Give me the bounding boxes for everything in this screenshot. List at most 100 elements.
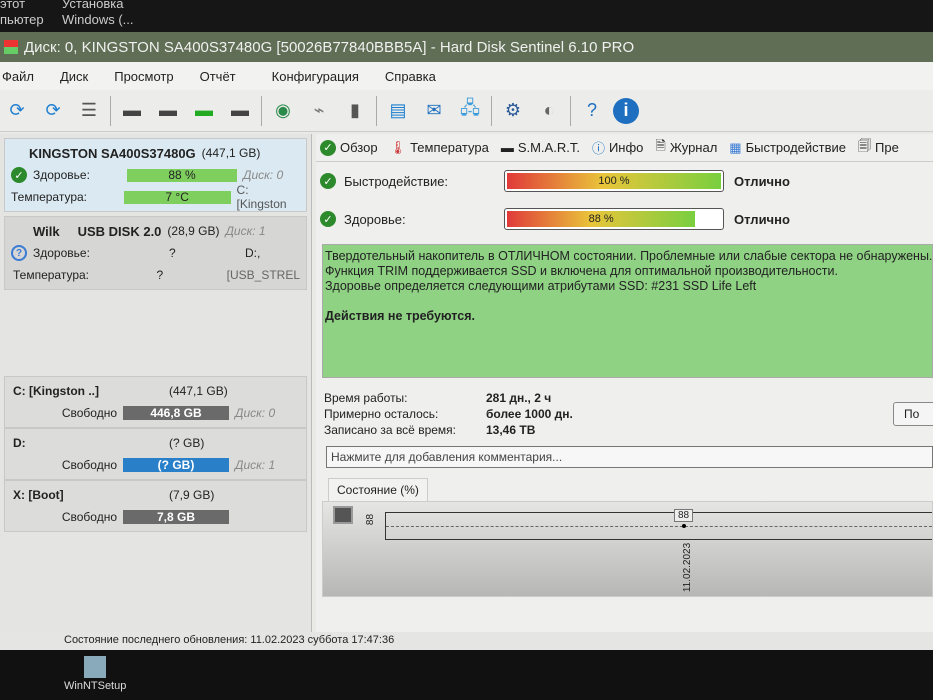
tab-smart[interactable]: ▬ S.M.A.R.T. bbox=[501, 140, 580, 155]
free-label: Свободно bbox=[61, 510, 117, 524]
menu-file[interactable]: Файл bbox=[2, 69, 34, 84]
tab-label: Пре bbox=[875, 140, 899, 155]
toolbar-separator bbox=[110, 95, 111, 126]
x-tick-label: 11.02.2023 bbox=[682, 542, 694, 593]
health-value: ? bbox=[169, 246, 176, 260]
partition-name: D: bbox=[13, 436, 26, 450]
speaker-icon[interactable]: ◐ bbox=[534, 96, 564, 126]
disk-tools-icon[interactable]: ▬ bbox=[117, 96, 147, 126]
toolbar-separator bbox=[261, 95, 262, 126]
partition-item[interactable]: D: (? GB) Свободно (? GB) Диск: 1 bbox=[4, 428, 307, 480]
chart-tab[interactable]: Состояние (%) bbox=[328, 478, 428, 501]
toolbar: ⟳ ⟳ ☰ ▬ ▬ ▬ ▬ ◉ ⌁ ▮ ▤ ✉ 🖧 ⚙ ◐ ? i bbox=[0, 90, 933, 132]
tab-label: Инфо bbox=[608, 140, 644, 155]
drive-icon[interactable]: ▮ bbox=[340, 96, 370, 126]
menu-help[interactable]: Справка bbox=[385, 69, 436, 84]
menu-view[interactable]: Просмотр bbox=[114, 69, 173, 84]
performance-bar: 100 % bbox=[504, 170, 724, 192]
refresh-warning-icon[interactable]: ⟳ bbox=[38, 96, 68, 126]
remaining-label: Примерно осталось: bbox=[324, 407, 439, 421]
health-bar: 88 % bbox=[127, 168, 237, 182]
tab-performance[interactable]: ▦ Быстродействие bbox=[729, 140, 846, 156]
desktop-icon-label[interactable]: Windows (... bbox=[62, 12, 134, 27]
temperature-bar: 7 °C bbox=[123, 190, 231, 204]
health-chart: 88 88 11.02.2023 bbox=[322, 501, 933, 597]
toolbar-separator bbox=[376, 95, 377, 126]
tab-temperature[interactable]: 🌡 Температура bbox=[390, 140, 489, 156]
tab-log[interactable]: 🗎 Журнал bbox=[655, 137, 717, 159]
info-icon: ⓘ bbox=[591, 141, 605, 156]
partition-name: X: [Boot] bbox=[13, 488, 64, 502]
desktop-icon-label[interactable]: этот bbox=[0, 0, 25, 11]
ok-check-icon: ✓ bbox=[320, 211, 336, 227]
plot-area: 88 bbox=[385, 509, 932, 540]
list-icon[interactable]: ☰ bbox=[74, 96, 104, 126]
disk-item-usb[interactable]: Wilk USB DISK 2.0 (28,9 GB) Диск: 1 ? Здоров… bbox=[4, 216, 307, 290]
free-space-bar: 7,8 GB bbox=[123, 510, 229, 524]
partition-item[interactable]: X: [Boot] (7,9 GB) Свободно 7,8 GB bbox=[4, 480, 307, 532]
data-point bbox=[682, 524, 686, 528]
status-bar: Состояние последнего обновления: 11.02.2… bbox=[0, 632, 933, 650]
refresh-icon[interactable]: ⟳ bbox=[2, 96, 32, 126]
free-label: Свободно bbox=[61, 458, 117, 472]
menu-config[interactable]: Конфигурация bbox=[272, 69, 359, 84]
health-result: Отлично bbox=[734, 211, 790, 227]
disk-size: (28,9 GB) bbox=[167, 224, 220, 238]
tab-label: Быстродействие bbox=[745, 140, 847, 155]
disk-number: Диск: 1 bbox=[235, 458, 276, 472]
health-label: Здоровье: bbox=[33, 246, 90, 260]
disk-clock-icon[interactable]: ▬ bbox=[153, 96, 183, 126]
volume-label: [USB_STREL bbox=[226, 268, 300, 282]
desktop-icon-label[interactable]: Установка bbox=[62, 0, 123, 11]
menu-disk[interactable]: Диск bbox=[60, 69, 88, 84]
health-meter: ✓ Здоровье: 88 % Отлично bbox=[316, 200, 933, 238]
stats: Время работы: 281 дн., 2 ч Примерно остал… bbox=[324, 390, 933, 438]
uptime-label: Время работы: bbox=[324, 391, 408, 405]
performance-meter: ✓ Быстродействие: 100 % Отлично bbox=[316, 162, 933, 200]
disk-item-kingston[interactable]: KINGSTON SA400S37480G (447,1 GB) ✓ Здоровь… bbox=[4, 138, 307, 212]
disk-search-icon[interactable]: ▬ bbox=[225, 96, 255, 126]
tab-bar: ✓ Обзор 🌡 Температура ▬ S.M.A.R.T. ⓘ Инфо 🗎 Ж… bbox=[316, 134, 933, 162]
desktop-icon-label[interactable]: пьютер bbox=[0, 12, 44, 27]
help-icon[interactable]: ? bbox=[577, 96, 607, 126]
document-icon: 🗐 bbox=[858, 137, 872, 153]
performance-fill: 100 % bbox=[507, 173, 721, 189]
globe-disk-icon[interactable]: ◉ bbox=[268, 96, 298, 126]
gear-icon[interactable]: ⚙ bbox=[498, 96, 528, 126]
desktop-icon-winntsetup[interactable]: WinNTSetup bbox=[64, 656, 126, 692]
ok-check-icon: ✓ bbox=[11, 167, 27, 183]
tab-label: Журнал bbox=[669, 140, 718, 155]
comment-input[interactable]: Нажмите для добавления комментария... bbox=[326, 446, 933, 468]
disk-number: Диск: 0 bbox=[235, 406, 276, 420]
network-icon[interactable]: 🖧 bbox=[455, 96, 485, 126]
info-icon[interactable]: i bbox=[613, 97, 639, 124]
side-button[interactable]: По bbox=[893, 402, 933, 426]
save-icon[interactable] bbox=[333, 506, 353, 524]
menu-report[interactable]: Отчёт bbox=[200, 69, 236, 84]
free-label: Свободно bbox=[61, 406, 117, 420]
tab-label: Температура bbox=[410, 140, 489, 155]
toolbar-separator bbox=[570, 95, 571, 126]
ok-check-icon: ✓ bbox=[320, 139, 336, 156]
partition-name: C: [Kingston ..] bbox=[13, 384, 99, 398]
tab-label: Обзор bbox=[340, 140, 378, 155]
disk-list-panel: KINGSTON SA400S37480G (447,1 GB) ✓ Здоровь… bbox=[0, 134, 312, 632]
tab-overview[interactable]: ✓ Обзор bbox=[320, 139, 378, 156]
window-title: Диск: 0, KINGSTON SA400S37480G [50026B77… bbox=[24, 38, 635, 56]
ok-check-icon: ✓ bbox=[320, 173, 336, 189]
remaining-value: более 1000 дн. bbox=[486, 407, 573, 421]
empty-space bbox=[0, 290, 311, 376]
partition-item[interactable]: C: [Kingston ..] (447,1 GB) Свободно 446,8… bbox=[4, 376, 307, 428]
message-line: Твердотельный накопитель в ОТЛИЧНОМ сост… bbox=[325, 249, 933, 263]
usb-icon[interactable]: ⌁ bbox=[304, 96, 334, 126]
report-icon[interactable]: ▤ bbox=[383, 96, 413, 126]
data-label: 88 bbox=[674, 509, 694, 522]
performance-label: Быстродействие: bbox=[344, 173, 449, 189]
mail-icon[interactable]: ✉ bbox=[419, 96, 449, 126]
status-message[interactable]: Твердотельный накопитель в ОТЛИЧНОМ сост… bbox=[322, 244, 933, 378]
disk-check-icon[interactable]: ▬ bbox=[189, 96, 219, 126]
tab-more[interactable]: 🗐 Пре bbox=[858, 137, 899, 159]
tab-info[interactable]: ⓘ Инфо bbox=[592, 138, 643, 157]
menu-bar: Файл Диск Просмотр Отчёт Конфигурация Сп… bbox=[0, 62, 933, 90]
disk-vendor: Wilk bbox=[33, 223, 60, 239]
